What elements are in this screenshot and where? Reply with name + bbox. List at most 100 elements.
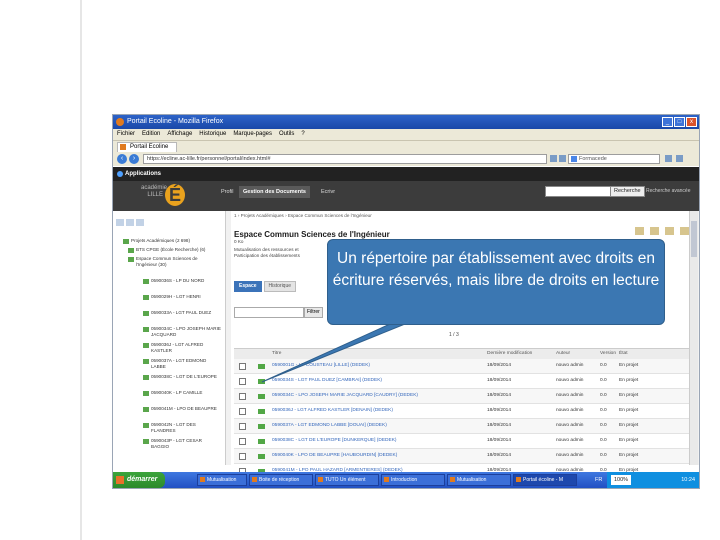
- menu-history[interactable]: Historique: [199, 129, 226, 140]
- tab-historique[interactable]: Historique: [263, 281, 297, 292]
- row-checkbox[interactable]: [239, 408, 246, 415]
- tree-item[interactable]: 0590042N - LGT DES FLANDRES: [151, 422, 221, 433]
- row-owner: nouvo admin: [556, 378, 584, 383]
- share-icon[interactable]: [650, 227, 659, 235]
- row-name[interactable]: 0590040K - LPO DE BEAUPRE [HAUBOURDIN] (…: [272, 449, 397, 463]
- start-button[interactable]: démarrer: [113, 472, 165, 488]
- row-checkbox[interactable]: [239, 453, 246, 460]
- col-version[interactable]: Version: [600, 349, 616, 359]
- row-name[interactable]: 0590036J - LGT ALFRED KASTLER [DENAIN] (…: [272, 404, 393, 418]
- menu-help[interactable]: ?: [301, 129, 304, 140]
- tree-item[interactable]: 0590034C - LPO JOSEPH MARIE JACQUARD: [151, 326, 221, 337]
- upload-icon[interactable]: [635, 227, 644, 235]
- taskbar-item[interactable]: TUTO Un élément: [315, 474, 379, 486]
- tree-item[interactable]: 0590029H - LGT HENRI: [151, 294, 221, 300]
- home-icon[interactable]: [665, 155, 672, 162]
- menu-tools[interactable]: Outils: [279, 129, 294, 140]
- back-icon[interactable]: ‹: [117, 154, 127, 164]
- slide-divider: [80, 0, 82, 540]
- tree-item[interactable]: 0590036S - LP DU NORD: [151, 278, 221, 284]
- search-field[interactable]: Formacede: [568, 154, 660, 164]
- site-search-button[interactable]: Recherche: [610, 186, 645, 197]
- zoom-level[interactable]: 100%: [611, 475, 632, 485]
- col-title[interactable]: Titre: [272, 349, 281, 359]
- downloads-icon[interactable]: [676, 155, 683, 162]
- taskbar-item[interactable]: Mutualisation: [447, 474, 511, 486]
- collapse-icon[interactable]: [680, 227, 689, 235]
- table-row[interactable]: 0590037A - LGT EDMOND LABBE [DOUAI] (DED…: [234, 419, 694, 434]
- tree-item[interactable]: Projets Académiques (2 698): [131, 238, 209, 244]
- row-checkbox[interactable]: [239, 393, 246, 400]
- row-checkbox[interactable]: [239, 423, 246, 430]
- tree-item[interactable]: 0590038C - LGT DE L'EUROPE: [151, 374, 221, 380]
- scrollbar-thumb[interactable]: [691, 221, 697, 257]
- reload-icon[interactable]: [559, 155, 566, 162]
- row-date: 18/09/2014: [487, 438, 512, 443]
- table-row[interactable]: 0590036J - LGT ALFRED KASTLER [DENAIN] (…: [234, 404, 694, 419]
- menu-bookmarks[interactable]: Marque-pages: [233, 129, 272, 140]
- folder-icon: [258, 439, 265, 444]
- menu-view[interactable]: Affichage: [167, 129, 192, 140]
- apps-menu[interactable]: Applications: [125, 167, 161, 181]
- row-name[interactable]: 0590034S - LGT PAUL DUEZ [CAMBRAI] (DEDE…: [272, 374, 382, 388]
- bookmark-star-icon[interactable]: [550, 155, 557, 162]
- start-label: démarrer: [127, 476, 158, 483]
- maximize-button[interactable]: □: [674, 117, 685, 127]
- window-titlebar: Portail Ecoline - Mozilla Firefox _ □ x: [113, 115, 699, 129]
- tree-item[interactable]: 0590041M - LPO DE BEAUPRE: [151, 406, 221, 412]
- row-checkbox[interactable]: [239, 438, 246, 445]
- download-icon[interactable]: [665, 227, 674, 235]
- col-modified[interactable]: Dernière modification: [487, 349, 532, 359]
- menu-edit[interactable]: Edition: [142, 129, 160, 140]
- advanced-search-link[interactable]: Recherche avancée: [646, 188, 690, 194]
- tree-item[interactable]: 0590033A - LGT PAUL DUEZ: [151, 310, 221, 316]
- taskbar-item[interactable]: Mutualisation: [197, 474, 247, 486]
- taskbar-item[interactable]: Introduction: [381, 474, 445, 486]
- table-row[interactable]: 0590040K - LPO DE BEAUPRE [HAUBOURDIN] (…: [234, 449, 694, 464]
- row-date: 18/09/2014: [487, 393, 512, 398]
- table-row[interactable]: 0590034C - LPO JOSEPH MARIE JACQUARD [CA…: [234, 389, 694, 404]
- table-row[interactable]: 0590038C - LGT DE L'EUROPE [DUNKERQUE] (…: [234, 434, 694, 449]
- row-name[interactable]: 0590037A - LGT EDMOND LABBE [DOUAI] (DED…: [272, 419, 387, 433]
- tree-item[interactable]: 0590036J - LGT ALFRED KASTLER: [151, 342, 221, 353]
- tree-item[interactable]: 0590037A - LGT EDMOND LABBE: [151, 358, 221, 369]
- windows-taskbar: démarrer Mutualisation Boite de réceptio…: [113, 472, 699, 488]
- tree-tool-icon[interactable]: [126, 219, 134, 226]
- folder-tree: Projets Académiques (2 698) BTS CPGE (Éc…: [113, 211, 226, 465]
- filter-input[interactable]: [234, 307, 304, 318]
- col-author[interactable]: Auteur: [556, 349, 570, 359]
- taskbar-item-active[interactable]: Portail écoline - M: [513, 474, 577, 486]
- filter-button[interactable]: Filtrer: [304, 307, 323, 318]
- pagination[interactable]: 1 / 3: [449, 332, 459, 338]
- minimize-button[interactable]: _: [662, 117, 673, 127]
- folder-icon: [143, 439, 149, 444]
- row-name[interactable]: 0590001G - LP COUSTEAU [LILLE] (DEDEK): [272, 359, 370, 373]
- url-field[interactable]: https://ecline.ac-lille.fr/personnel/por…: [143, 154, 547, 164]
- forward-icon[interactable]: ›: [129, 154, 139, 164]
- menu-file[interactable]: Fichier: [117, 129, 135, 140]
- language-indicator[interactable]: FR: [595, 472, 602, 488]
- breadcrumb[interactable]: 1 › Projets Académiques › Espace Commun …: [234, 213, 372, 218]
- taskbar-item[interactable]: Boite de réception: [249, 474, 313, 486]
- page-scrollbar[interactable]: [689, 211, 698, 465]
- close-button[interactable]: x: [686, 117, 697, 127]
- nav-gestion-documents[interactable]: Gestion des Documents: [239, 186, 310, 198]
- table-row[interactable]: 0590034S - LGT PAUL DUEZ [CAMBRAI] (DEDE…: [234, 374, 694, 389]
- tree-item[interactable]: Espace Commun Sciences de l'Ingénieur (3…: [136, 256, 214, 267]
- row-name[interactable]: 0590034C - LPO JOSEPH MARIE JACQUARD [CA…: [272, 389, 418, 403]
- row-name[interactable]: 0590038C - LGT DE L'EUROPE [DUNKERQUE] (…: [272, 434, 397, 448]
- tree-tool-icon[interactable]: [136, 219, 144, 226]
- tree-item[interactable]: 0590040K - LP CAMILLE: [151, 390, 221, 396]
- row-checkbox[interactable]: [239, 363, 246, 370]
- tab-espace[interactable]: Espace: [234, 281, 262, 292]
- tree-item[interactable]: 0590043P - LGT CESAR BAGGIO: [151, 438, 221, 449]
- row-owner: nouvo admin: [556, 453, 584, 458]
- table-row[interactable]: 0590001G - LP COUSTEAU [LILLE] (DEDEK) 1…: [234, 359, 694, 374]
- nav-profil[interactable]: Profil: [221, 189, 234, 195]
- row-checkbox[interactable]: [239, 378, 246, 385]
- tree-item[interactable]: BTS CPGE (École Recherche) (6): [136, 247, 214, 253]
- col-status[interactable]: État: [619, 349, 628, 359]
- tree-tool-icon[interactable]: [116, 219, 124, 226]
- nav-ecrivr[interactable]: Ecrivr: [321, 189, 335, 195]
- site-search-input[interactable]: [545, 186, 611, 197]
